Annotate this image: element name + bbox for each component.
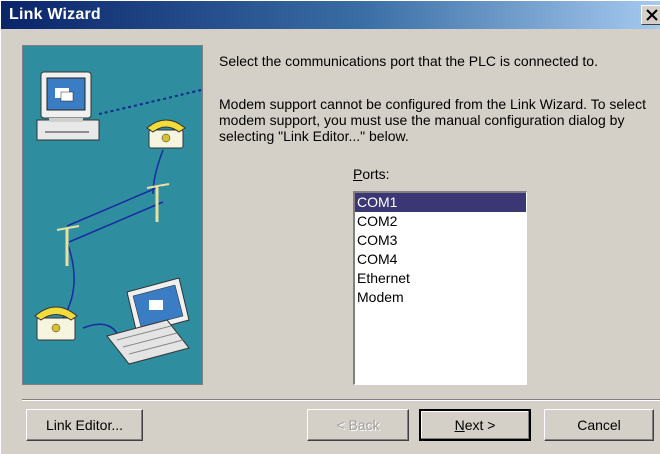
desktop-computer-icon bbox=[36, 71, 100, 141]
instruction-text: Select the communications port that the … bbox=[219, 53, 598, 69]
window-title: Link Wizard bbox=[9, 6, 101, 23]
divider bbox=[22, 399, 660, 401]
telephone-icon bbox=[146, 119, 186, 149]
cancel-button[interactable]: Cancel bbox=[544, 409, 654, 441]
ports-label-rest: orts: bbox=[362, 166, 390, 182]
close-button[interactable] bbox=[641, 5, 660, 25]
link-editor-button[interactable]: Link Editor... bbox=[26, 409, 143, 441]
modem-note-text: Modem support cannot be configured from … bbox=[219, 96, 646, 144]
laptop-icon bbox=[106, 277, 190, 365]
utility-pole-icon bbox=[56, 183, 170, 266]
link-wizard-window: Link Wizard Select the communications po… bbox=[0, 0, 660, 454]
next-button-rest: ext > bbox=[464, 417, 496, 433]
telephone-icon bbox=[34, 306, 78, 341]
next-button[interactable]: Next > bbox=[419, 409, 531, 441]
back-button[interactable]: < Back bbox=[307, 409, 409, 441]
close-icon bbox=[645, 9, 658, 21]
port-option-modem[interactable]: Modem bbox=[355, 288, 526, 307]
port-option-ethernet[interactable]: Ethernet bbox=[355, 269, 526, 288]
port-option-com1[interactable]: COM1 bbox=[355, 193, 526, 212]
ports-label-accel: P bbox=[353, 166, 363, 182]
ports-listbox[interactable]: COM1 COM2 COM3 COM4 Ethernet Modem bbox=[353, 191, 527, 385]
plc-network-illustration bbox=[22, 45, 203, 385]
ports-label: Ports: bbox=[353, 166, 390, 182]
title-bar[interactable]: Link Wizard bbox=[1, 1, 660, 29]
port-option-com3[interactable]: COM3 bbox=[355, 231, 526, 250]
port-option-com4[interactable]: COM4 bbox=[355, 250, 526, 269]
next-button-accel: N bbox=[454, 417, 465, 433]
port-option-com2[interactable]: COM2 bbox=[355, 212, 526, 231]
network-diagram-icon bbox=[34, 71, 202, 365]
